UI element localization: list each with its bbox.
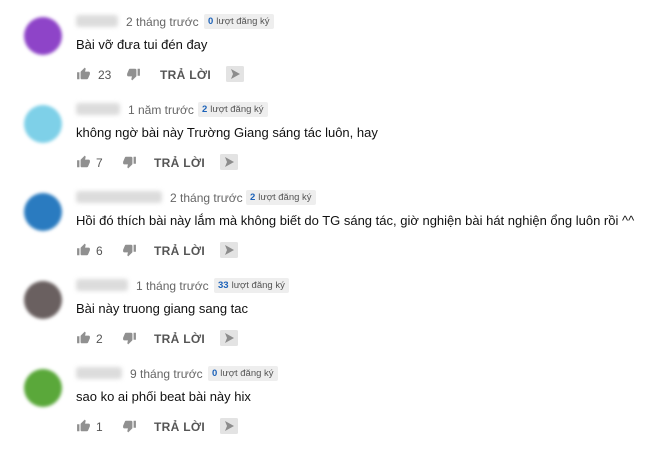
thumbs-down-icon[interactable] [122, 419, 137, 433]
comment-item: 2 tháng trước 2 lượt đăng ký Hồi đó thích… [0, 190, 651, 278]
subscriber-count: 33 [218, 280, 229, 291]
reply-button[interactable]: TRẢ LỜI [160, 68, 211, 82]
thumbs-up-icon[interactable] [76, 67, 91, 81]
comment-text: không ngờ bài này Trường Giang sáng tác … [76, 125, 378, 140]
thumbs-down-icon[interactable] [126, 67, 141, 81]
comment-item: 1 tháng trước 33 lượt đăng ký Bài này tru… [0, 278, 651, 366]
subscriber-label: lượt đăng ký [216, 16, 270, 27]
subscriber-badge: 0 lượt đăng ký [208, 366, 278, 381]
subscriber-badge: 2 lượt đăng ký [246, 190, 316, 205]
thumbs-down-icon[interactable] [122, 243, 137, 257]
avatar[interactable] [24, 369, 62, 407]
avatar[interactable] [24, 17, 62, 55]
share-icon[interactable] [226, 66, 244, 82]
comment-text: Bài vỡ đưa tui đén đay [76, 37, 208, 52]
like-count: 23 [98, 68, 112, 82]
reply-button[interactable]: TRẢ LỜI [154, 156, 205, 170]
subscriber-badge: 2 lượt đăng ký [198, 102, 268, 117]
comment-text: Hồi đó thích bài này lắm mà không biết d… [76, 213, 635, 228]
thumbs-up-icon[interactable] [76, 331, 91, 345]
comment-item: 2 tháng trước 0 lượt đăng ký Bài vỡ đưa t… [0, 14, 651, 102]
avatar[interactable] [24, 105, 62, 143]
comment-time[interactable]: 9 tháng trước [130, 367, 203, 381]
thumbs-up-icon[interactable] [76, 419, 91, 433]
comment-item: 9 tháng trước 0 lượt đăng ký sao ko ai ph… [0, 366, 651, 454]
share-icon[interactable] [220, 330, 238, 346]
subscriber-count: 0 [208, 16, 214, 27]
reply-button[interactable]: TRẢ LỜI [154, 420, 205, 434]
subscriber-badge: 0 lượt đăng ký [204, 14, 274, 29]
comment-time[interactable]: 2 tháng trước [170, 191, 243, 205]
comment-time[interactable]: 1 tháng trước [136, 279, 209, 293]
thumbs-up-icon[interactable] [76, 243, 91, 257]
like-count: 7 [96, 156, 103, 170]
author-name-blurred[interactable] [76, 103, 120, 115]
share-icon[interactable] [220, 242, 238, 258]
reply-button[interactable]: TRẢ LỜI [154, 332, 205, 346]
comment-time[interactable]: 1 năm trước [128, 103, 194, 117]
like-count: 1 [96, 420, 103, 434]
author-name-blurred[interactable] [76, 279, 128, 291]
like-count: 6 [96, 244, 103, 258]
subscriber-count: 0 [212, 368, 218, 379]
author-name-blurred[interactable] [76, 367, 122, 379]
reply-button[interactable]: TRẢ LỜI [154, 244, 205, 258]
avatar[interactable] [24, 281, 62, 319]
thumbs-down-icon[interactable] [122, 331, 137, 345]
author-name-blurred[interactable] [76, 191, 162, 203]
author-name-blurred[interactable] [76, 15, 118, 27]
thumbs-up-icon[interactable] [76, 155, 91, 169]
comment-time[interactable]: 2 tháng trước [126, 15, 199, 29]
subscriber-count: 2 [202, 104, 208, 115]
subscriber-label: lượt đăng ký [231, 280, 285, 291]
comment-text: Bài này truong giang sang tac [76, 301, 249, 316]
subscriber-label: lượt đăng ký [210, 104, 264, 115]
subscriber-badge: 33 lượt đăng ký [214, 278, 289, 293]
share-icon[interactable] [220, 418, 238, 434]
avatar[interactable] [24, 193, 62, 231]
share-icon[interactable] [220, 154, 238, 170]
subscriber-count: 2 [250, 192, 256, 203]
subscriber-label: lượt đăng ký [258, 192, 312, 203]
comment-item: 1 năm trước 2 lượt đăng ký không ngờ bài … [0, 102, 651, 190]
subscriber-label: lượt đăng ký [220, 368, 274, 379]
like-count: 2 [96, 332, 103, 346]
comment-text: sao ko ai phối beat bài này hix [76, 389, 251, 404]
thumbs-down-icon[interactable] [122, 155, 137, 169]
